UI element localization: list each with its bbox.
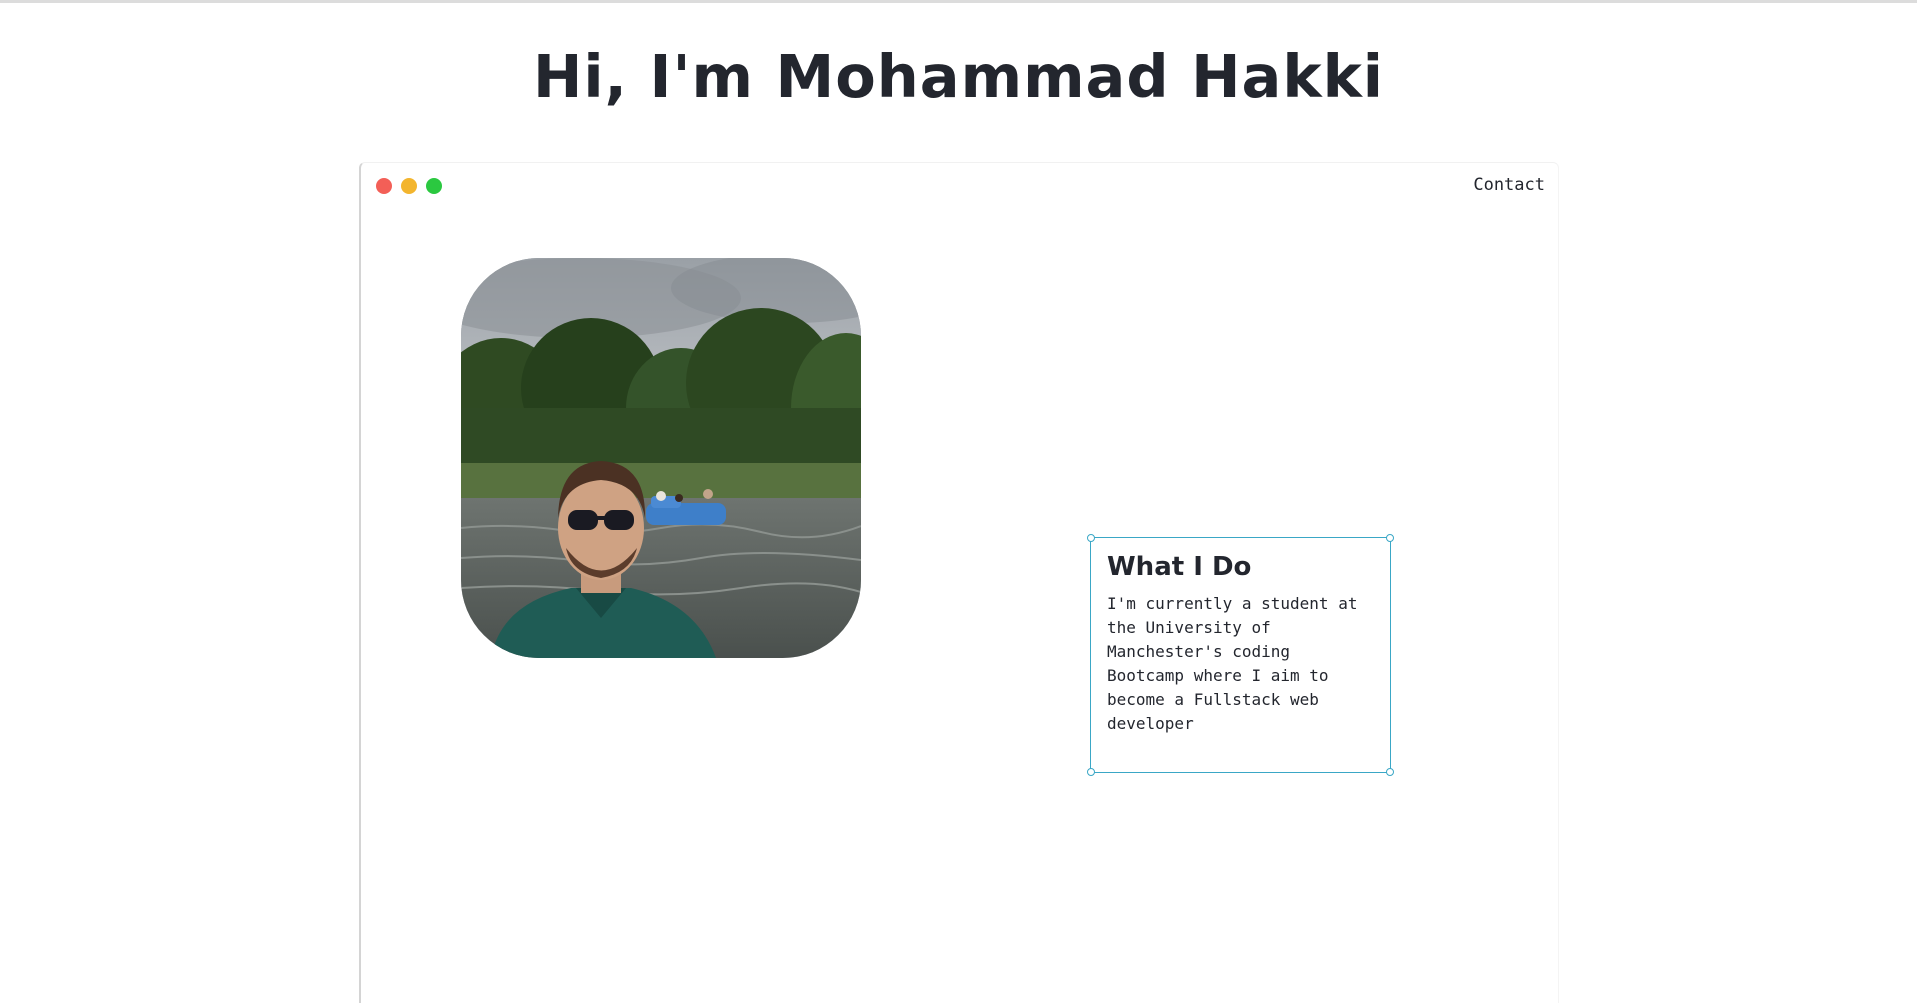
- window-minimize-button[interactable]: [401, 178, 417, 194]
- about-heading: What I Do: [1107, 552, 1252, 582]
- page-title: Hi, I'm Mohammad Hakki: [532, 42, 1385, 111]
- top-divider: [0, 0, 1917, 3]
- profile-photo: [461, 258, 861, 658]
- profile-photo-illustration: [461, 258, 861, 658]
- resize-handle-bottom-right[interactable]: [1386, 768, 1394, 776]
- about-card[interactable]: What I Do I'm currently a student at the…: [1087, 534, 1394, 776]
- browser-window: Contact What I Do I'm currently a studen…: [359, 162, 1559, 1003]
- resize-handle-top-right[interactable]: [1386, 534, 1394, 542]
- resize-handle-bottom-left[interactable]: [1087, 768, 1095, 776]
- window-maximize-button[interactable]: [426, 178, 442, 194]
- resize-handle-top-left[interactable]: [1087, 534, 1095, 542]
- window-close-button[interactable]: [376, 178, 392, 194]
- nav-contact-link[interactable]: Contact: [1473, 175, 1545, 195]
- about-body: I'm currently a student at the Universit…: [1107, 594, 1358, 733]
